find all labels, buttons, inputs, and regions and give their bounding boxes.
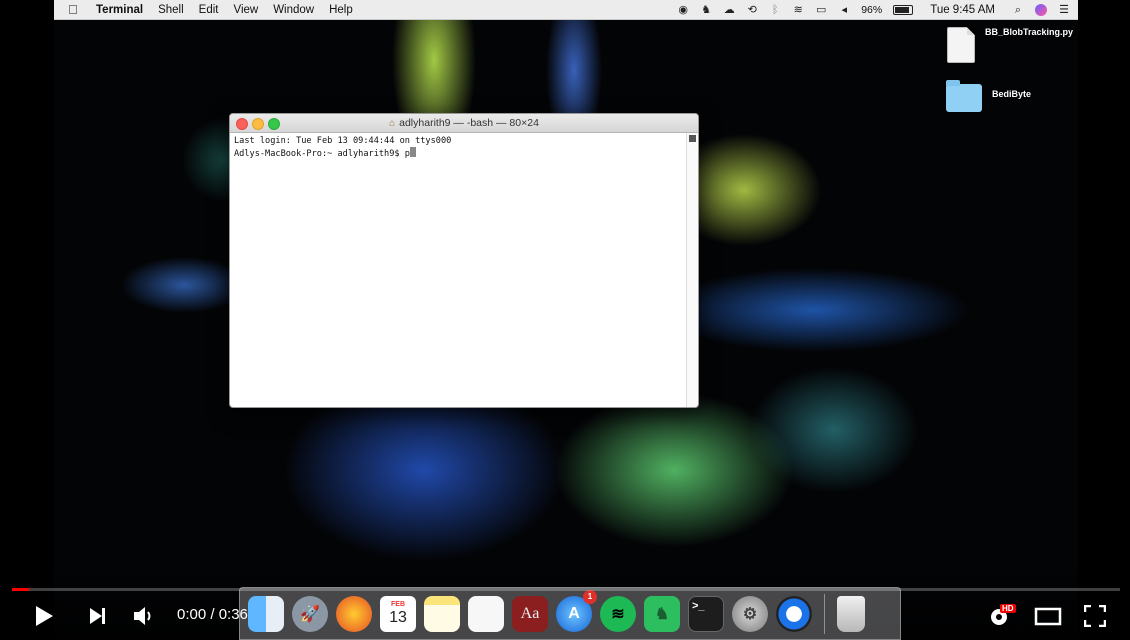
menu-edit[interactable]: Edit bbox=[199, 4, 219, 16]
evernote-menu-icon[interactable]: ♞ bbox=[700, 4, 712, 16]
terminal-line-last-login: Last login: Tue Feb 13 09:44:44 on ttys0… bbox=[234, 136, 452, 146]
record-icon[interactable]: ◉ bbox=[677, 4, 689, 16]
evernote-dock-icon[interactable]: ♞ bbox=[644, 595, 680, 632]
wifi-icon[interactable]: ≋ bbox=[792, 4, 804, 16]
quicktime-dock-icon[interactable] bbox=[776, 595, 812, 632]
desktop-folder-bedibyte[interactable]: BediByte bbox=[946, 80, 1072, 112]
airplay-icon[interactable]: ▭ bbox=[815, 4, 827, 16]
bluetooth-icon[interactable]: ᛒ bbox=[769, 4, 781, 16]
apple-menu-icon[interactable]:  bbox=[68, 2, 82, 17]
hd-badge: HD bbox=[1000, 604, 1016, 613]
terminal-prompt-line: Adlys-MacBook-Pro:~ adlyharith9$ p bbox=[234, 149, 410, 159]
launchpad-dock-icon[interactable]: 🚀 bbox=[292, 595, 328, 632]
dictionary-label: Aa bbox=[520, 604, 540, 622]
menubar-clock[interactable]: Tue 9:45 AM bbox=[930, 4, 995, 16]
finder-dock-icon[interactable] bbox=[248, 595, 284, 632]
trash-dock-icon[interactable] bbox=[837, 595, 865, 632]
menu-help[interactable]: Help bbox=[329, 4, 353, 16]
folder-icon bbox=[946, 80, 982, 112]
play-icon[interactable] bbox=[34, 605, 54, 627]
time-machine-icon[interactable]: ⟲ bbox=[746, 4, 758, 16]
close-window-button[interactable] bbox=[236, 118, 248, 130]
notes-dock-icon[interactable] bbox=[424, 595, 460, 632]
desktop-file-label: BB_BlobTracking.py bbox=[985, 27, 1074, 37]
terminal-cursor bbox=[409, 147, 416, 157]
notification-center-icon[interactable]: ☰ bbox=[1058, 4, 1070, 16]
battery-icon[interactable] bbox=[893, 4, 914, 15]
app-store-dock-icon[interactable]: A1 bbox=[556, 589, 597, 632]
desktop-folder-label: BediByte bbox=[992, 89, 1032, 99]
dictionary-dock-icon[interactable]: Aa bbox=[512, 595, 548, 632]
siri-icon[interactable] bbox=[1035, 3, 1047, 16]
system-preferences-dock-icon[interactable]: ⚙ bbox=[732, 595, 768, 632]
terminal-content[interactable]: Last login: Tue Feb 13 09:44:44 on ttys0… bbox=[230, 133, 698, 163]
terminal-window[interactable]: ⌂ adlyharith9 — -bash — 80×24 Last login:… bbox=[229, 113, 699, 408]
battery-percent[interactable]: 96% bbox=[861, 4, 882, 16]
creative-cloud-icon[interactable]: ☁ bbox=[723, 4, 735, 16]
theater-mode-icon[interactable] bbox=[1034, 606, 1062, 626]
menu-app-terminal[interactable]: Terminal bbox=[96, 4, 143, 16]
terminal-title: adlyharith9 — -bash — 80×24 bbox=[399, 117, 539, 129]
home-folder-icon: ⌂ bbox=[389, 118, 396, 129]
volume-mute-toggle-icon[interactable] bbox=[133, 605, 155, 627]
zoom-window-button[interactable] bbox=[268, 118, 280, 130]
spotify-dock-icon[interactable]: ≋ bbox=[600, 595, 636, 632]
calendar-day: 13 bbox=[389, 608, 407, 626]
terminal-dock-icon[interactable]: >_ bbox=[688, 595, 724, 632]
menu-view[interactable]: View bbox=[233, 4, 258, 16]
menu-shell[interactable]: Shell bbox=[158, 4, 184, 16]
desktop-file-bb-blobtracking[interactable]: BB_BlobTracking.py bbox=[947, 27, 1074, 63]
minimize-window-button[interactable] bbox=[252, 118, 264, 130]
menu-window[interactable]: Window bbox=[273, 4, 314, 16]
python-file-icon bbox=[947, 27, 975, 63]
reminders-dock-icon[interactable] bbox=[468, 595, 504, 632]
calendar-month: FEB bbox=[391, 600, 405, 608]
calendar-dock-icon[interactable]: FEB 13 bbox=[380, 595, 416, 632]
spotlight-search-icon[interactable]: ⌕ bbox=[1012, 4, 1024, 16]
dock-separator bbox=[824, 593, 825, 634]
video-time-display: 0:00 / 0:36 bbox=[177, 606, 248, 623]
video-progress-fill bbox=[12, 588, 29, 591]
next-video-icon[interactable] bbox=[89, 607, 107, 625]
video-progress-bar[interactable] bbox=[12, 588, 1120, 591]
firefox-dock-icon[interactable] bbox=[336, 595, 372, 632]
terminal-scrollbar[interactable] bbox=[686, 133, 698, 407]
volume-icon[interactable]: ◂ bbox=[838, 4, 850, 16]
terminal-titlebar[interactable]: ⌂ adlyharith9 — -bash — 80×24 bbox=[230, 114, 698, 133]
menu-bar:  Terminal Shell Edit View Window Help ◉… bbox=[54, 0, 1078, 20]
scrollbar-button[interactable] bbox=[689, 135, 696, 142]
dock: 🚀 FEB 13 Aa A1 ≋ ♞ >_ ⚙ bbox=[239, 587, 901, 640]
app-store-badge: 1 bbox=[583, 589, 597, 604]
fullscreen-icon[interactable] bbox=[1084, 605, 1106, 627]
desktop:  Terminal Shell Edit View Window Help ◉… bbox=[54, 0, 1078, 638]
